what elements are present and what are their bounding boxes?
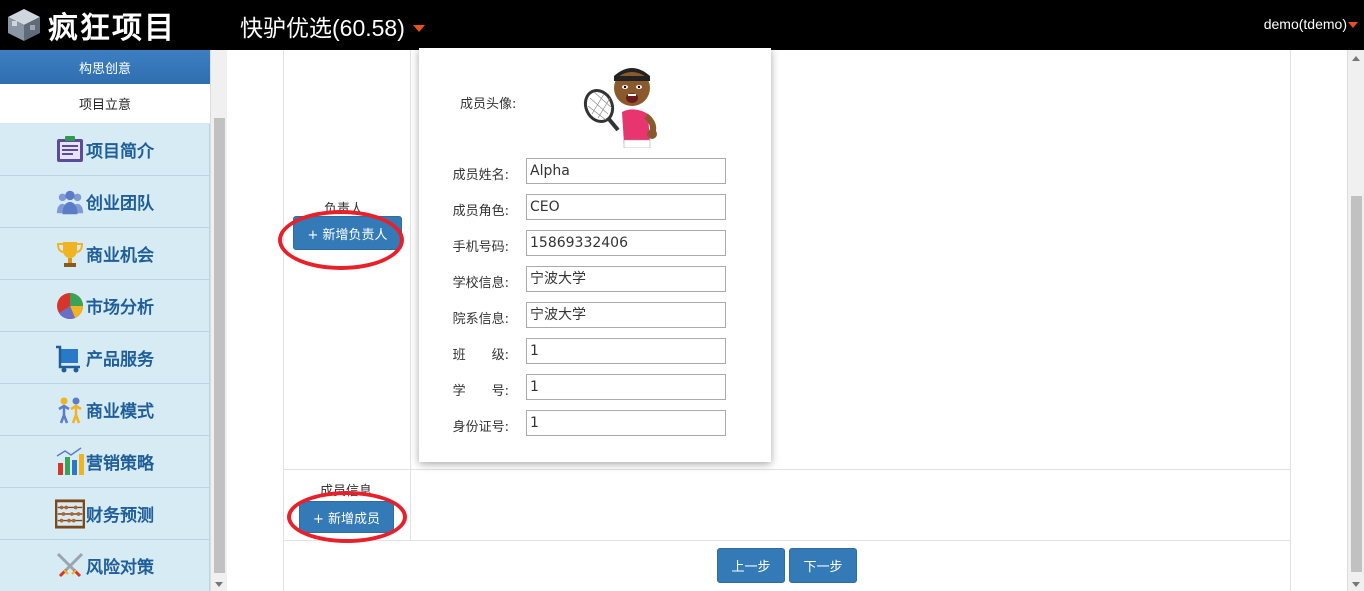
sidebar-item-model[interactable]: 商业模式 bbox=[0, 384, 210, 436]
sidebar-subitem-concept[interactable]: 项目立意 bbox=[0, 84, 210, 124]
document-icon bbox=[55, 135, 85, 165]
sidebar-item-label: 市场分析 bbox=[86, 298, 154, 318]
scrollbar-thumb[interactable] bbox=[214, 118, 225, 573]
sidebar-item-intro[interactable]: 项目简介 bbox=[0, 124, 210, 176]
field-label-role: 成员角色: bbox=[452, 204, 509, 219]
avatar-label: 成员头像: bbox=[460, 97, 517, 112]
member-card: 成员头像: 成员姓名: Alpha 成员角色: CEO 手机号码: 158693… bbox=[419, 48, 771, 462]
sidebar-item-label: 商业模式 bbox=[86, 402, 154, 422]
sidebar-item-label: 产品服务 bbox=[86, 350, 154, 370]
abacus-icon bbox=[55, 498, 85, 529]
next-step-button[interactable]: 下一步 bbox=[789, 548, 857, 583]
scrollbar-thumb[interactable] bbox=[1351, 196, 1362, 572]
column-divider bbox=[410, 50, 411, 540]
sidebar-item-market[interactable]: 市场分析 bbox=[0, 280, 210, 332]
field-label-phone: 手机号码: bbox=[452, 240, 509, 255]
highlight-ring bbox=[278, 210, 404, 270]
sidebar-item-label: 营销策略 bbox=[86, 454, 154, 474]
sidebar-subitem-ideation[interactable]: 构思创意 bbox=[0, 50, 210, 84]
cart-icon bbox=[55, 343, 85, 373]
highlight-ring bbox=[287, 491, 407, 543]
people-icon bbox=[55, 395, 85, 425]
member-school-field[interactable]: 宁波大学 bbox=[526, 266, 726, 292]
member-student-id-field[interactable]: 1 bbox=[526, 374, 726, 400]
trophy-icon bbox=[55, 239, 85, 269]
avatar bbox=[582, 54, 662, 149]
user-name: demo(tdemo) bbox=[1263, 16, 1347, 32]
chevron-down-icon bbox=[1348, 22, 1358, 28]
sidebar-item-opportunity[interactable]: 商业机会 bbox=[0, 228, 210, 280]
bar-chart-icon bbox=[55, 446, 85, 477]
cube-logo-icon bbox=[4, 5, 44, 45]
sidebar-item-marketing[interactable]: 营销策略 bbox=[0, 436, 210, 488]
team-icon bbox=[55, 187, 85, 217]
app-logo[interactable]: 疯狂项目 bbox=[4, 5, 176, 46]
sidebar-item-finance[interactable]: 财务预测 bbox=[0, 488, 210, 540]
scroll-down-icon[interactable] bbox=[1352, 582, 1360, 587]
project-selector[interactable]: 快驴优选(60.58) bbox=[240, 9, 425, 43]
sidebar-item-label: 风险对策 bbox=[86, 558, 154, 578]
sidebar-scrollbar[interactable] bbox=[210, 50, 227, 591]
prev-step-button[interactable]: 上一步 bbox=[717, 548, 785, 583]
sidebar-subitem-label: 构思创意 bbox=[78, 61, 131, 77]
field-label-class: 班 级: bbox=[452, 348, 509, 363]
pie-chart-icon bbox=[55, 291, 85, 321]
sidebar-item-label: 财务预测 bbox=[86, 506, 154, 526]
member-id-card-field[interactable]: 1 bbox=[526, 410, 726, 436]
sidebar: 构思创意 项目立意 项目简介 创业团队 商业机会 市场分析 产品服务 商业模式 … bbox=[0, 50, 210, 591]
field-label-name: 成员姓名: bbox=[452, 168, 509, 183]
row-divider bbox=[284, 540, 1290, 541]
team-form-panel: 负责人 + 新增负责人 成员信息 + 新增成员 成员头像: 成员姓名: Alph… bbox=[278, 48, 1291, 591]
main-content: 负责人 + 新增负责人 成员信息 + 新增成员 成员头像: 成员姓名: Alph… bbox=[227, 48, 1347, 591]
field-label-id-card: 身份证号: bbox=[452, 420, 509, 435]
chevron-down-icon bbox=[412, 24, 425, 32]
scroll-up-icon[interactable] bbox=[1352, 56, 1360, 61]
sidebar-item-label: 创业团队 bbox=[86, 194, 154, 214]
field-label-department: 院系信息: bbox=[452, 312, 509, 327]
sidebar-subitem-label: 项目立意 bbox=[78, 98, 131, 113]
row-divider bbox=[284, 469, 1290, 470]
member-name-field[interactable]: Alpha bbox=[526, 158, 726, 184]
member-role-field[interactable]: CEO bbox=[526, 194, 726, 220]
user-menu[interactable]: demo(tdemo) bbox=[1264, 16, 1358, 32]
field-label-school: 学校信息: bbox=[452, 276, 509, 291]
sidebar-item-label: 商业机会 bbox=[86, 246, 154, 266]
sidebar-item-risk[interactable]: 风险对策 bbox=[0, 540, 210, 591]
project-title: 快驴优选(60.58) bbox=[240, 15, 405, 41]
field-label-student-id: 学 号: bbox=[452, 384, 509, 399]
member-class-field[interactable]: 1 bbox=[526, 338, 726, 364]
logo-text: 疯狂项目 bbox=[48, 11, 176, 46]
member-phone-field[interactable]: 15869332406 bbox=[526, 230, 726, 256]
member-department-field[interactable]: 宁波大学 bbox=[526, 302, 726, 328]
swords-icon bbox=[55, 551, 85, 581]
top-bar: 疯狂项目 快驴优选(60.58) demo(tdemo) bbox=[0, 0, 1364, 50]
sidebar-item-team[interactable]: 创业团队 bbox=[0, 176, 210, 228]
scroll-down-icon[interactable] bbox=[215, 582, 223, 587]
sidebar-item-label: 项目简介 bbox=[86, 142, 154, 162]
main-scrollbar[interactable] bbox=[1347, 50, 1364, 591]
sidebar-item-product[interactable]: 产品服务 bbox=[0, 332, 210, 384]
